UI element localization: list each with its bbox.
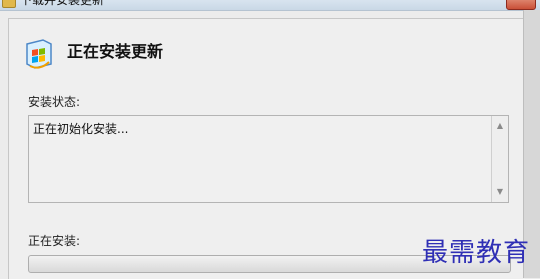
progress-label: 正在安装: (28, 234, 81, 248)
title-bar: 下载并安装更新 (0, 0, 540, 11)
status-text: 正在初始化安装... (33, 122, 129, 136)
windows-update-icon (26, 39, 52, 69)
window-title: 下载并安装更新 (20, 0, 105, 7)
triangle-down-icon[interactable]: ▼ (492, 184, 508, 200)
triangle-up-icon[interactable]: ▲ (492, 118, 508, 134)
status-label: 安装状态: (28, 95, 81, 109)
close-button[interactable] (506, 0, 536, 10)
watermark-text: 最需教育 (421, 238, 530, 268)
page-title: 正在安装更新 (67, 42, 164, 61)
windows-update-icon (2, 0, 16, 8)
vertical-scrollbar[interactable]: ▲ ▼ (491, 116, 508, 202)
status-text-area[interactable]: 正在初始化安装... ▲ ▼ (28, 115, 509, 203)
